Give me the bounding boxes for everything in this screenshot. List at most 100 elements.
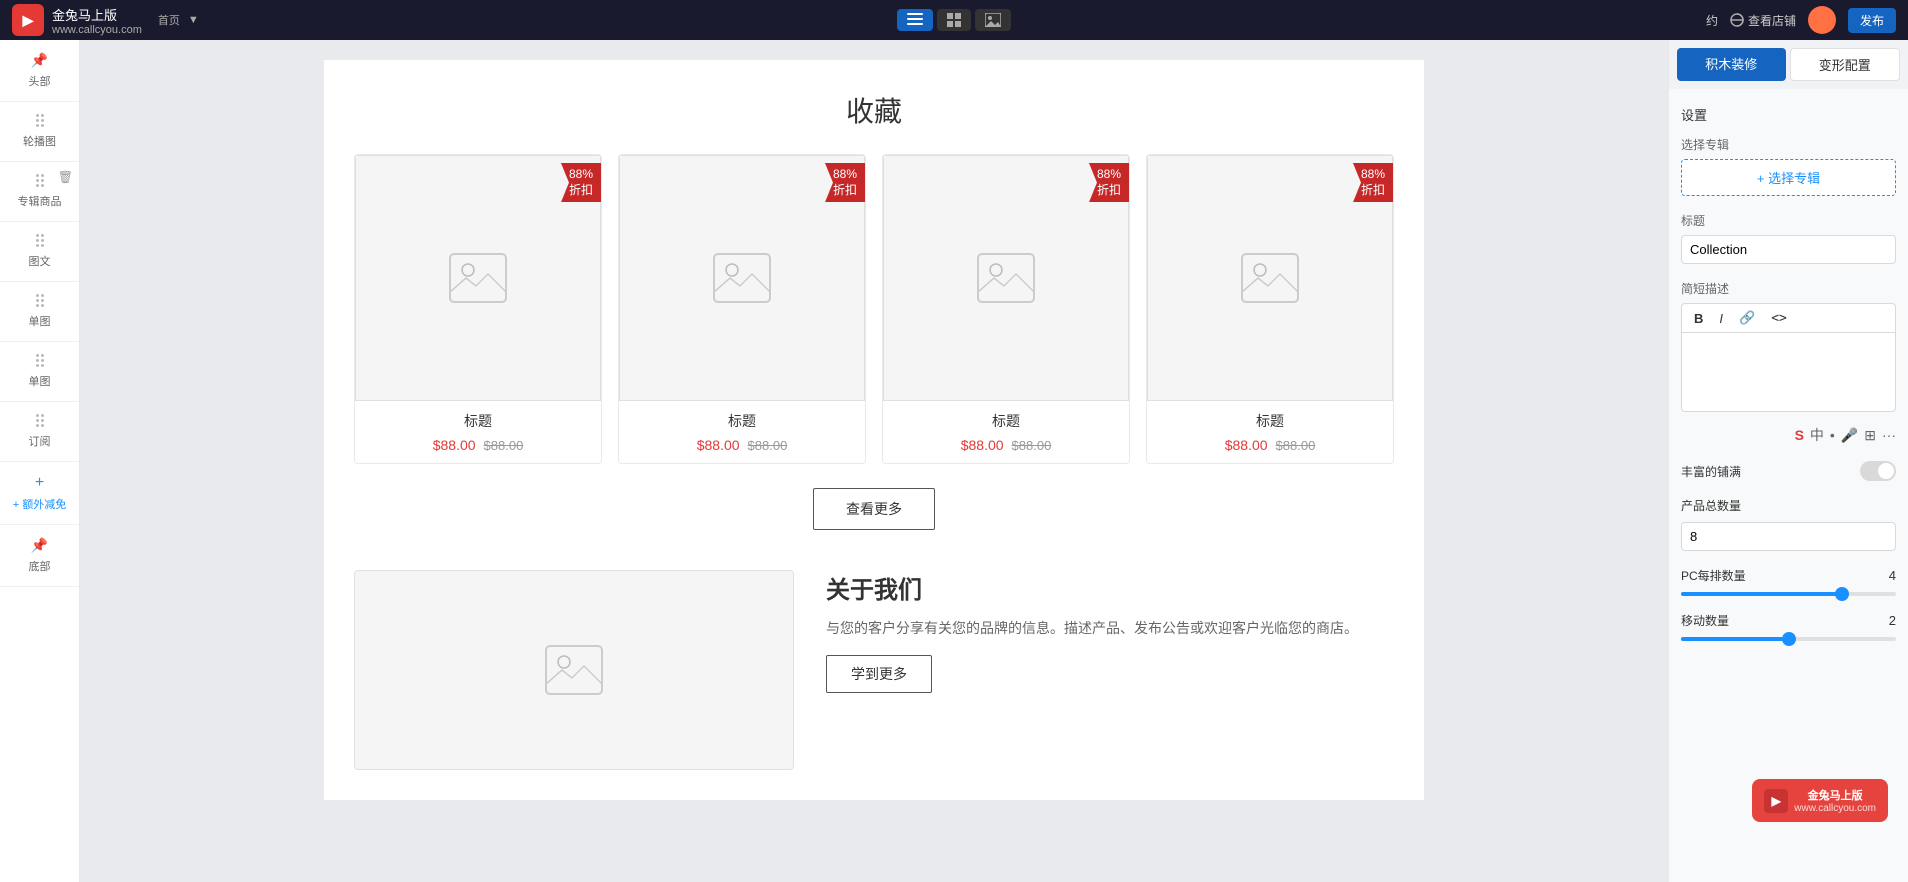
nav-dropdown-icon[interactable]: ▼: [188, 14, 199, 26]
sidebar-item-image-text[interactable]: 图文: [0, 222, 79, 282]
pc-per-row-label: PC每排数量: [1681, 567, 1746, 584]
left-sidebar: 📌 头部 轮播图 专辑商品 🗑: [0, 40, 80, 882]
sidebar-item-carousel[interactable]: 轮播图: [0, 102, 79, 162]
mobile-per-row-value: 2: [1889, 613, 1896, 628]
product-card-1[interactable]: 88%折扣 标题 $88.00 $88.00: [354, 154, 602, 464]
pc-slider-track[interactable]: [1681, 592, 1896, 596]
italic-button[interactable]: I: [1715, 309, 1727, 328]
sidebar-label-carousel: 轮播图: [23, 133, 56, 149]
add-icon: +: [35, 474, 44, 492]
product-card-3[interactable]: 88%折扣 标题 $88.00 $88.00: [882, 154, 1130, 464]
product-info-4: 标题 $88.00 $88.00: [1147, 401, 1393, 463]
view-image-btn[interactable]: [975, 9, 1011, 31]
about-content: 关于我们 与您的客户分享有关您的品牌的信息。描述产品、发布公告或欢迎客户光临您的…: [826, 570, 1394, 693]
toggle-row: 丰富的铺满: [1681, 461, 1896, 481]
drag-handle-single1: [36, 294, 44, 307]
product-card-2[interactable]: 88%折扣 标题 $88.00 $88.00: [618, 154, 866, 464]
price-original-3: $88.00: [1012, 438, 1052, 453]
panel-body: 设置 选择专辑 + 选择专辑 标题 简短描述 B I 🔗 <> S 中 • 🎤 …: [1669, 89, 1908, 669]
price-current-2: $88.00: [697, 437, 740, 453]
sidebar-item-add-discount[interactable]: + + 额外减免: [0, 462, 79, 525]
canvas-area: 收藏 88%折扣 标题 $88.00: [80, 40, 1668, 882]
drag-handle-subscribe: [36, 414, 44, 427]
product-prices-2: $88.00 $88.00: [629, 437, 855, 453]
sidebar-label-single2: 单图: [29, 373, 51, 389]
pin-icon: 📌: [31, 52, 48, 69]
sidebar-label-header: 头部: [29, 73, 51, 89]
main-layout: 📌 头部 轮播图 专辑商品 🗑: [0, 40, 1908, 882]
desc-field-label: 简短描述: [1681, 280, 1896, 297]
sidebar-item-subscribe[interactable]: 订阅: [0, 402, 79, 462]
product-count-input[interactable]: [1681, 522, 1896, 551]
product-prices-3: $88.00 $88.00: [893, 437, 1119, 453]
section-title: 收藏: [354, 90, 1394, 130]
mobile-slider-track[interactable]: [1681, 637, 1896, 641]
topbar: ▶ 金兔马上版 www.callcyou.com 首页 ▼ 约 查看店铺 发布: [0, 0, 1908, 40]
pc-per-row-value: 4: [1889, 568, 1896, 583]
title-input[interactable]: [1681, 235, 1896, 264]
about-section: 关于我们 与您的客户分享有关您的品牌的信息。描述产品、发布公告或欢迎客户光临您的…: [354, 570, 1394, 770]
price-original-1: $88.00: [484, 438, 524, 453]
product-image-4: [1147, 155, 1393, 401]
product-prices-4: $88.00 $88.00: [1157, 437, 1383, 453]
product-image-1: [355, 155, 601, 401]
toggle-label: 丰富的铺满: [1681, 463, 1741, 480]
product-count-label: 产品总数量: [1681, 497, 1741, 514]
product-image-3: [883, 155, 1129, 401]
view-more-button[interactable]: 查看更多: [813, 488, 935, 530]
product-prices-1: $88.00 $88.00: [365, 437, 591, 453]
view-list-btn[interactable]: [897, 9, 933, 31]
logo-text: 金兔马上版: [52, 5, 142, 24]
product-title-3: 标题: [893, 411, 1119, 431]
sidebar-item-single-image-1[interactable]: 单图: [0, 282, 79, 342]
pc-slider-fill: [1681, 592, 1842, 596]
drag-handle-album: [36, 174, 44, 187]
bold-button[interactable]: B: [1690, 309, 1707, 328]
sidebar-label-album: 专辑商品: [18, 193, 62, 209]
sidebar-item-footer[interactable]: 📌 底部: [0, 525, 79, 587]
pc-slider-thumb[interactable]: [1835, 587, 1849, 601]
logo-icon: ▶: [12, 4, 44, 36]
link-button[interactable]: 🔗: [1735, 308, 1759, 328]
tab-style-config[interactable]: 变形配置: [1790, 48, 1901, 81]
publish-button[interactable]: 发布: [1848, 8, 1896, 33]
pc-per-row-row: PC每排数量 4: [1681, 567, 1896, 584]
sidebar-label-image-text: 图文: [29, 253, 51, 269]
topbar-right-actions: 约 查看店铺 发布: [1706, 6, 1896, 34]
select-album-label: 选择专辑: [1681, 136, 1896, 153]
reserve-btn[interactable]: 约: [1706, 12, 1718, 29]
products-grid: 88%折扣 标题 $88.00 $88.00: [354, 154, 1394, 464]
price-current-1: $88.00: [433, 437, 476, 453]
nav-home[interactable]: 首页: [158, 12, 180, 28]
ime-zh-icon: 中: [1810, 425, 1824, 445]
right-panel: 积木装修 变形配置 设置 选择专辑 + 选择专辑 标题 简短描述 B I 🔗 <…: [1668, 40, 1908, 882]
sidebar-label-add: + 额外减免: [13, 496, 66, 512]
code-button[interactable]: <>: [1767, 309, 1791, 328]
product-count-row: 产品总数量: [1681, 497, 1896, 514]
ime-toolbar: S 中 • 🎤 ⊞ ···: [1681, 421, 1896, 449]
user-avatar[interactable]: [1808, 6, 1836, 34]
mobile-slider-fill: [1681, 637, 1789, 641]
price-original-4: $88.00: [1276, 438, 1316, 453]
about-image: [354, 570, 794, 770]
view-grid-btn[interactable]: [937, 9, 971, 31]
watermark-overlay: ▶ 金兔马上版 www.callcyou.com: [1752, 779, 1888, 822]
ime-dot-icon: •: [1830, 427, 1835, 443]
sidebar-label-single1: 单图: [29, 313, 51, 329]
product-card-4[interactable]: 88%折扣 标题 $88.00 $88.00: [1146, 154, 1394, 464]
select-album-button[interactable]: + 选择专辑: [1681, 159, 1896, 196]
drag-handle-single2: [36, 354, 44, 367]
learn-more-button[interactable]: 学到更多: [826, 655, 932, 693]
desc-textarea[interactable]: [1681, 332, 1896, 412]
sidebar-item-album-products[interactable]: 专辑商品 🗑: [0, 162, 79, 222]
sidebar-item-single-image-2[interactable]: 单图: [0, 342, 79, 402]
sidebar-item-header[interactable]: 📌 头部: [0, 40, 79, 102]
mobile-slider-thumb[interactable]: [1782, 632, 1796, 646]
ime-ellipsis-icon: ···: [1882, 427, 1896, 443]
product-info-1: 标题 $88.00 $88.00: [355, 401, 601, 463]
tab-block-edit[interactable]: 积木装修: [1677, 48, 1786, 81]
toggle-switch[interactable]: [1860, 461, 1896, 481]
page-content: 收藏 88%折扣 标题 $88.00: [324, 60, 1424, 800]
view-store-btn[interactable]: 查看店铺: [1730, 12, 1796, 29]
delete-icon[interactable]: 🗑: [58, 170, 73, 184]
